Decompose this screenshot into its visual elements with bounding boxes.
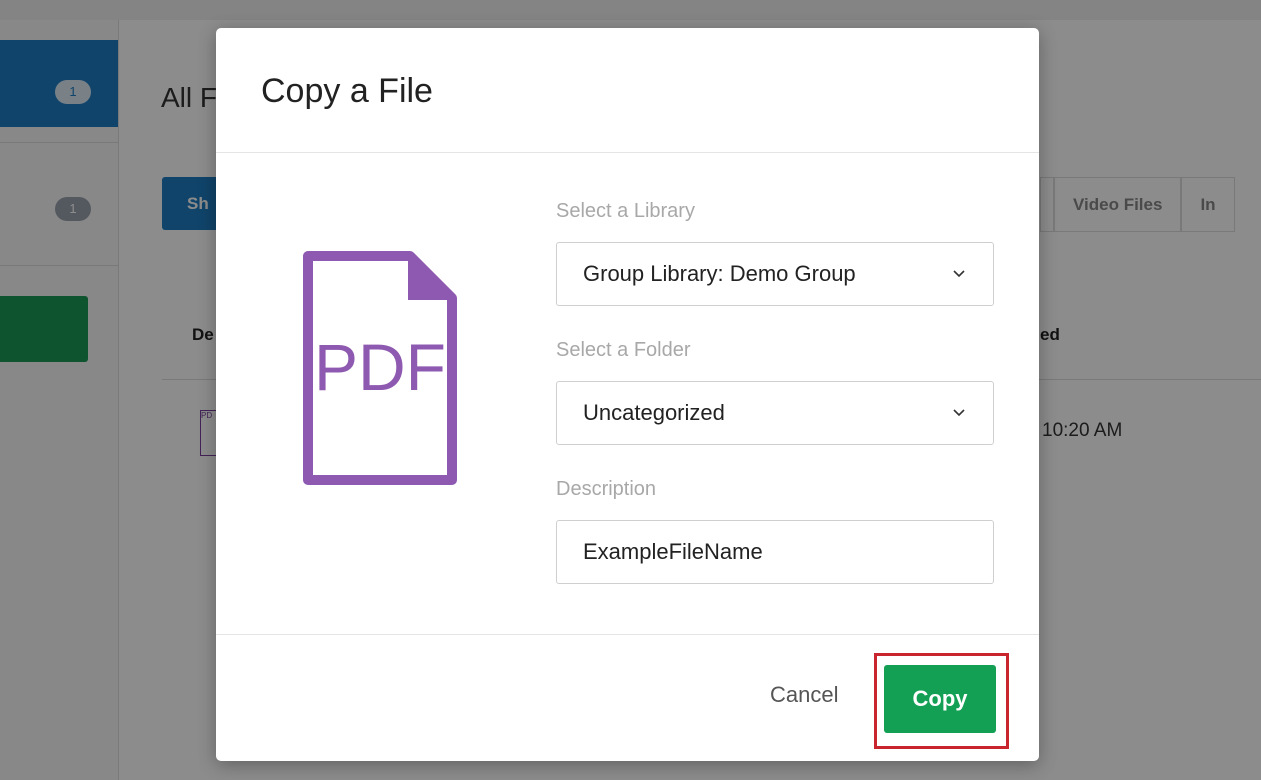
dialog-title: Copy a File	[261, 72, 433, 110]
chevron-down-icon	[951, 266, 967, 282]
cancel-button[interactable]: Cancel	[764, 681, 844, 709]
library-label: Select a Library	[556, 200, 695, 222]
copy-button[interactable]: Copy	[884, 665, 996, 733]
folder-select[interactable]: Uncategorized	[556, 381, 994, 445]
library-select-value: Group Library: Demo Group	[583, 261, 856, 286]
description-label: Description	[556, 478, 657, 500]
dialog-footer: Cancel Copy	[216, 634, 1039, 761]
chevron-down-icon	[951, 405, 967, 421]
pdf-icon-label: PDF	[314, 330, 446, 404]
dialog-header: Copy a File	[216, 28, 1039, 153]
folder-label: Select a Folder	[556, 339, 691, 361]
copy-file-dialog: Copy a File PDF Select a Library Group L…	[216, 28, 1039, 761]
library-select[interactable]: Group Library: Demo Group	[556, 242, 994, 306]
folder-select-value: Uncategorized	[583, 400, 725, 425]
pdf-document-icon: PDF	[303, 251, 457, 485]
description-input[interactable]	[556, 520, 994, 584]
copy-form: Select a Library Group Library: Demo Gro…	[556, 200, 996, 584]
